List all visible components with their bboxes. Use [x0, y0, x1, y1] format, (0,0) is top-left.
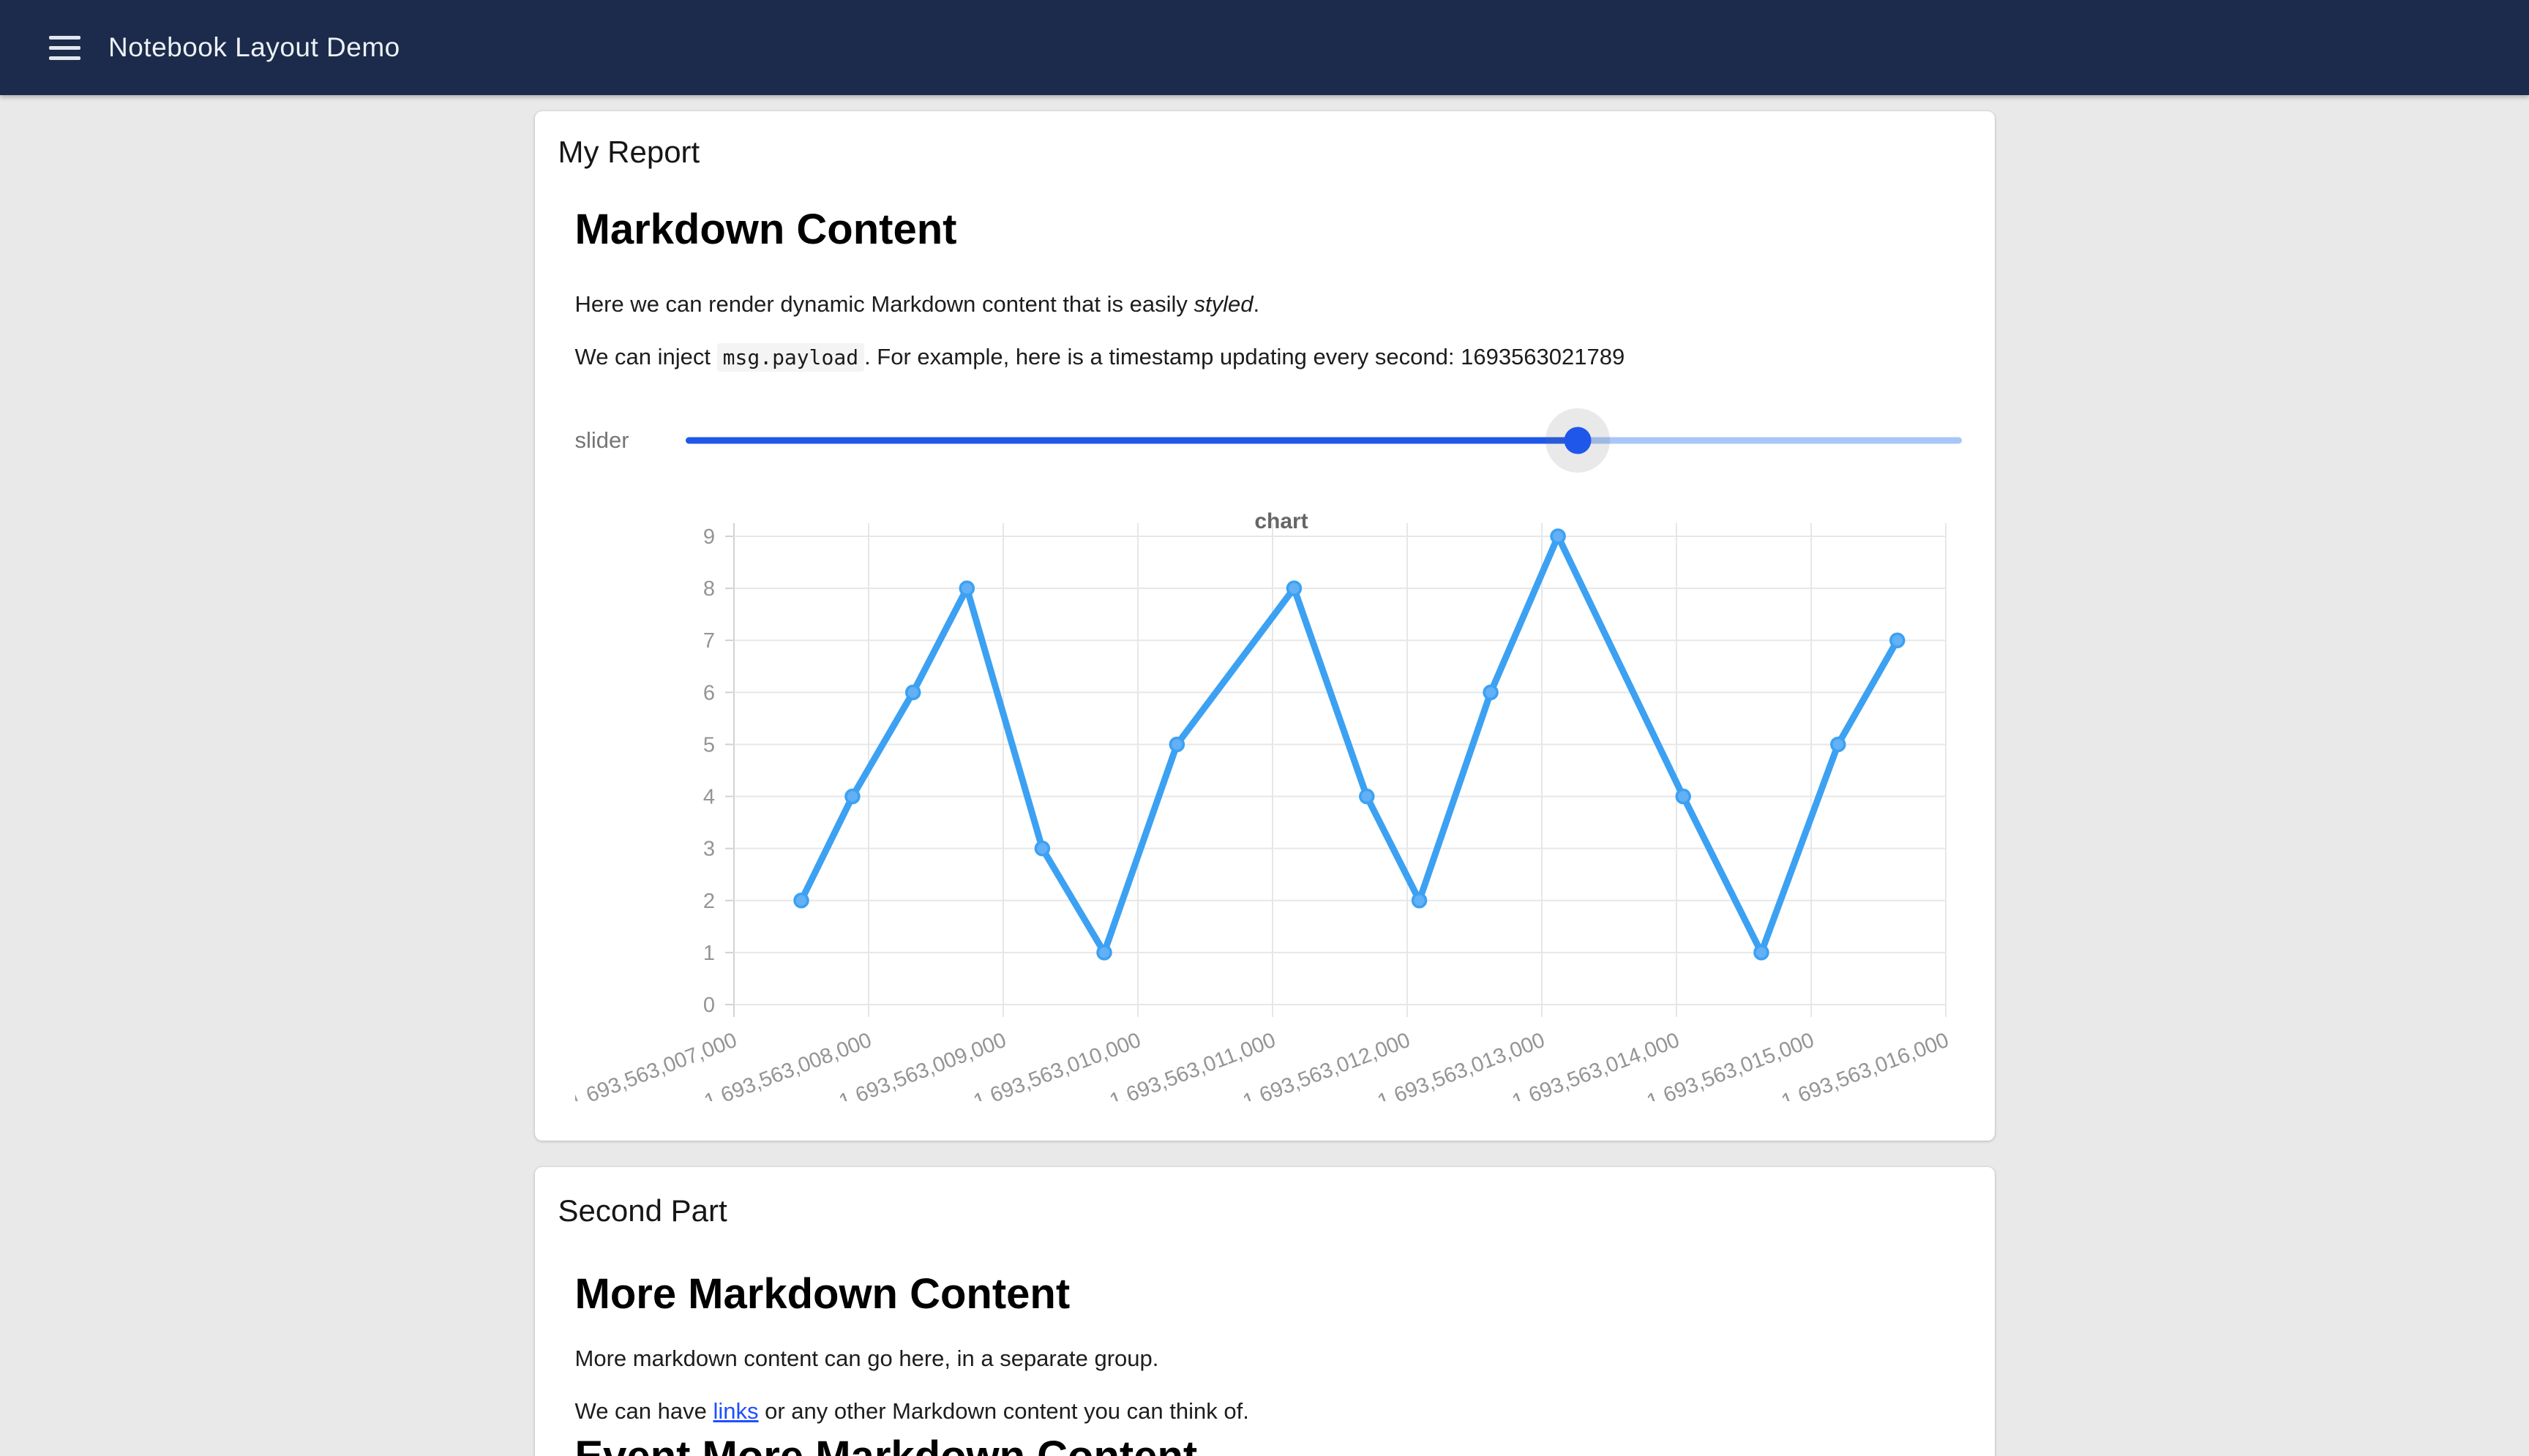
svg-text:5: 5 [702, 733, 714, 757]
styled-italic: styled [1194, 291, 1254, 317]
timestamp-value: 1693563021789 [1461, 344, 1625, 369]
second-card: Second Part More Markdown Content More m… [535, 1167, 1995, 1456]
svg-text:3: 3 [702, 838, 714, 861]
line-chart: 1,693,563,007,0001,693,563,008,0001,693,… [575, 505, 1951, 1101]
menu-icon [49, 36, 80, 40]
menu-button[interactable] [29, 12, 100, 83]
svg-text:7: 7 [702, 629, 714, 653]
msg-payload-code: msg.payload [717, 343, 864, 372]
second-paragraph-1: More markdown content can go here, in a … [575, 1344, 1159, 1373]
slider-track-fill[interactable] [686, 438, 1578, 444]
links-link[interactable]: links [713, 1398, 758, 1424]
svg-text:8: 8 [702, 577, 714, 601]
report-card-title: My Report [558, 135, 700, 170]
page-body: My Report Markdown Content Here we can r… [0, 95, 2529, 1456]
report-card: My Report Markdown Content Here we can r… [535, 111, 1995, 1141]
slider-label: slider [575, 427, 669, 454]
markdown-paragraph-2: We can inject msg.payload. For example, … [575, 342, 1625, 372]
slider-track[interactable] [686, 415, 1962, 466]
svg-text:chart: chart [1254, 509, 1308, 533]
second-paragraph-2: We can have links or any other Markdown … [575, 1397, 1249, 1426]
chart-canvas: 1,693,563,007,0001,693,563,008,0001,693,… [575, 505, 1951, 1101]
slider-row: slider [575, 415, 1962, 466]
markdown-paragraph-1: Here we can render dynamic Markdown cont… [575, 290, 1260, 319]
even-more-markdown-heading: Event More Markdown Content [575, 1432, 1198, 1456]
app-title: Notebook Layout Demo [108, 32, 400, 63]
second-card-title: Second Part [558, 1193, 727, 1228]
svg-text:9: 9 [702, 525, 714, 549]
slider-thumb[interactable] [1564, 427, 1591, 454]
more-markdown-heading: More Markdown Content [575, 1269, 1071, 1318]
svg-text:1: 1 [702, 942, 714, 965]
svg-text:6: 6 [702, 681, 714, 705]
svg-text:0: 0 [702, 994, 714, 1017]
svg-text:2: 2 [702, 890, 714, 913]
svg-text:4: 4 [702, 786, 714, 809]
app-header: Notebook Layout Demo [0, 0, 2529, 95]
markdown-heading: Markdown Content [575, 205, 957, 254]
